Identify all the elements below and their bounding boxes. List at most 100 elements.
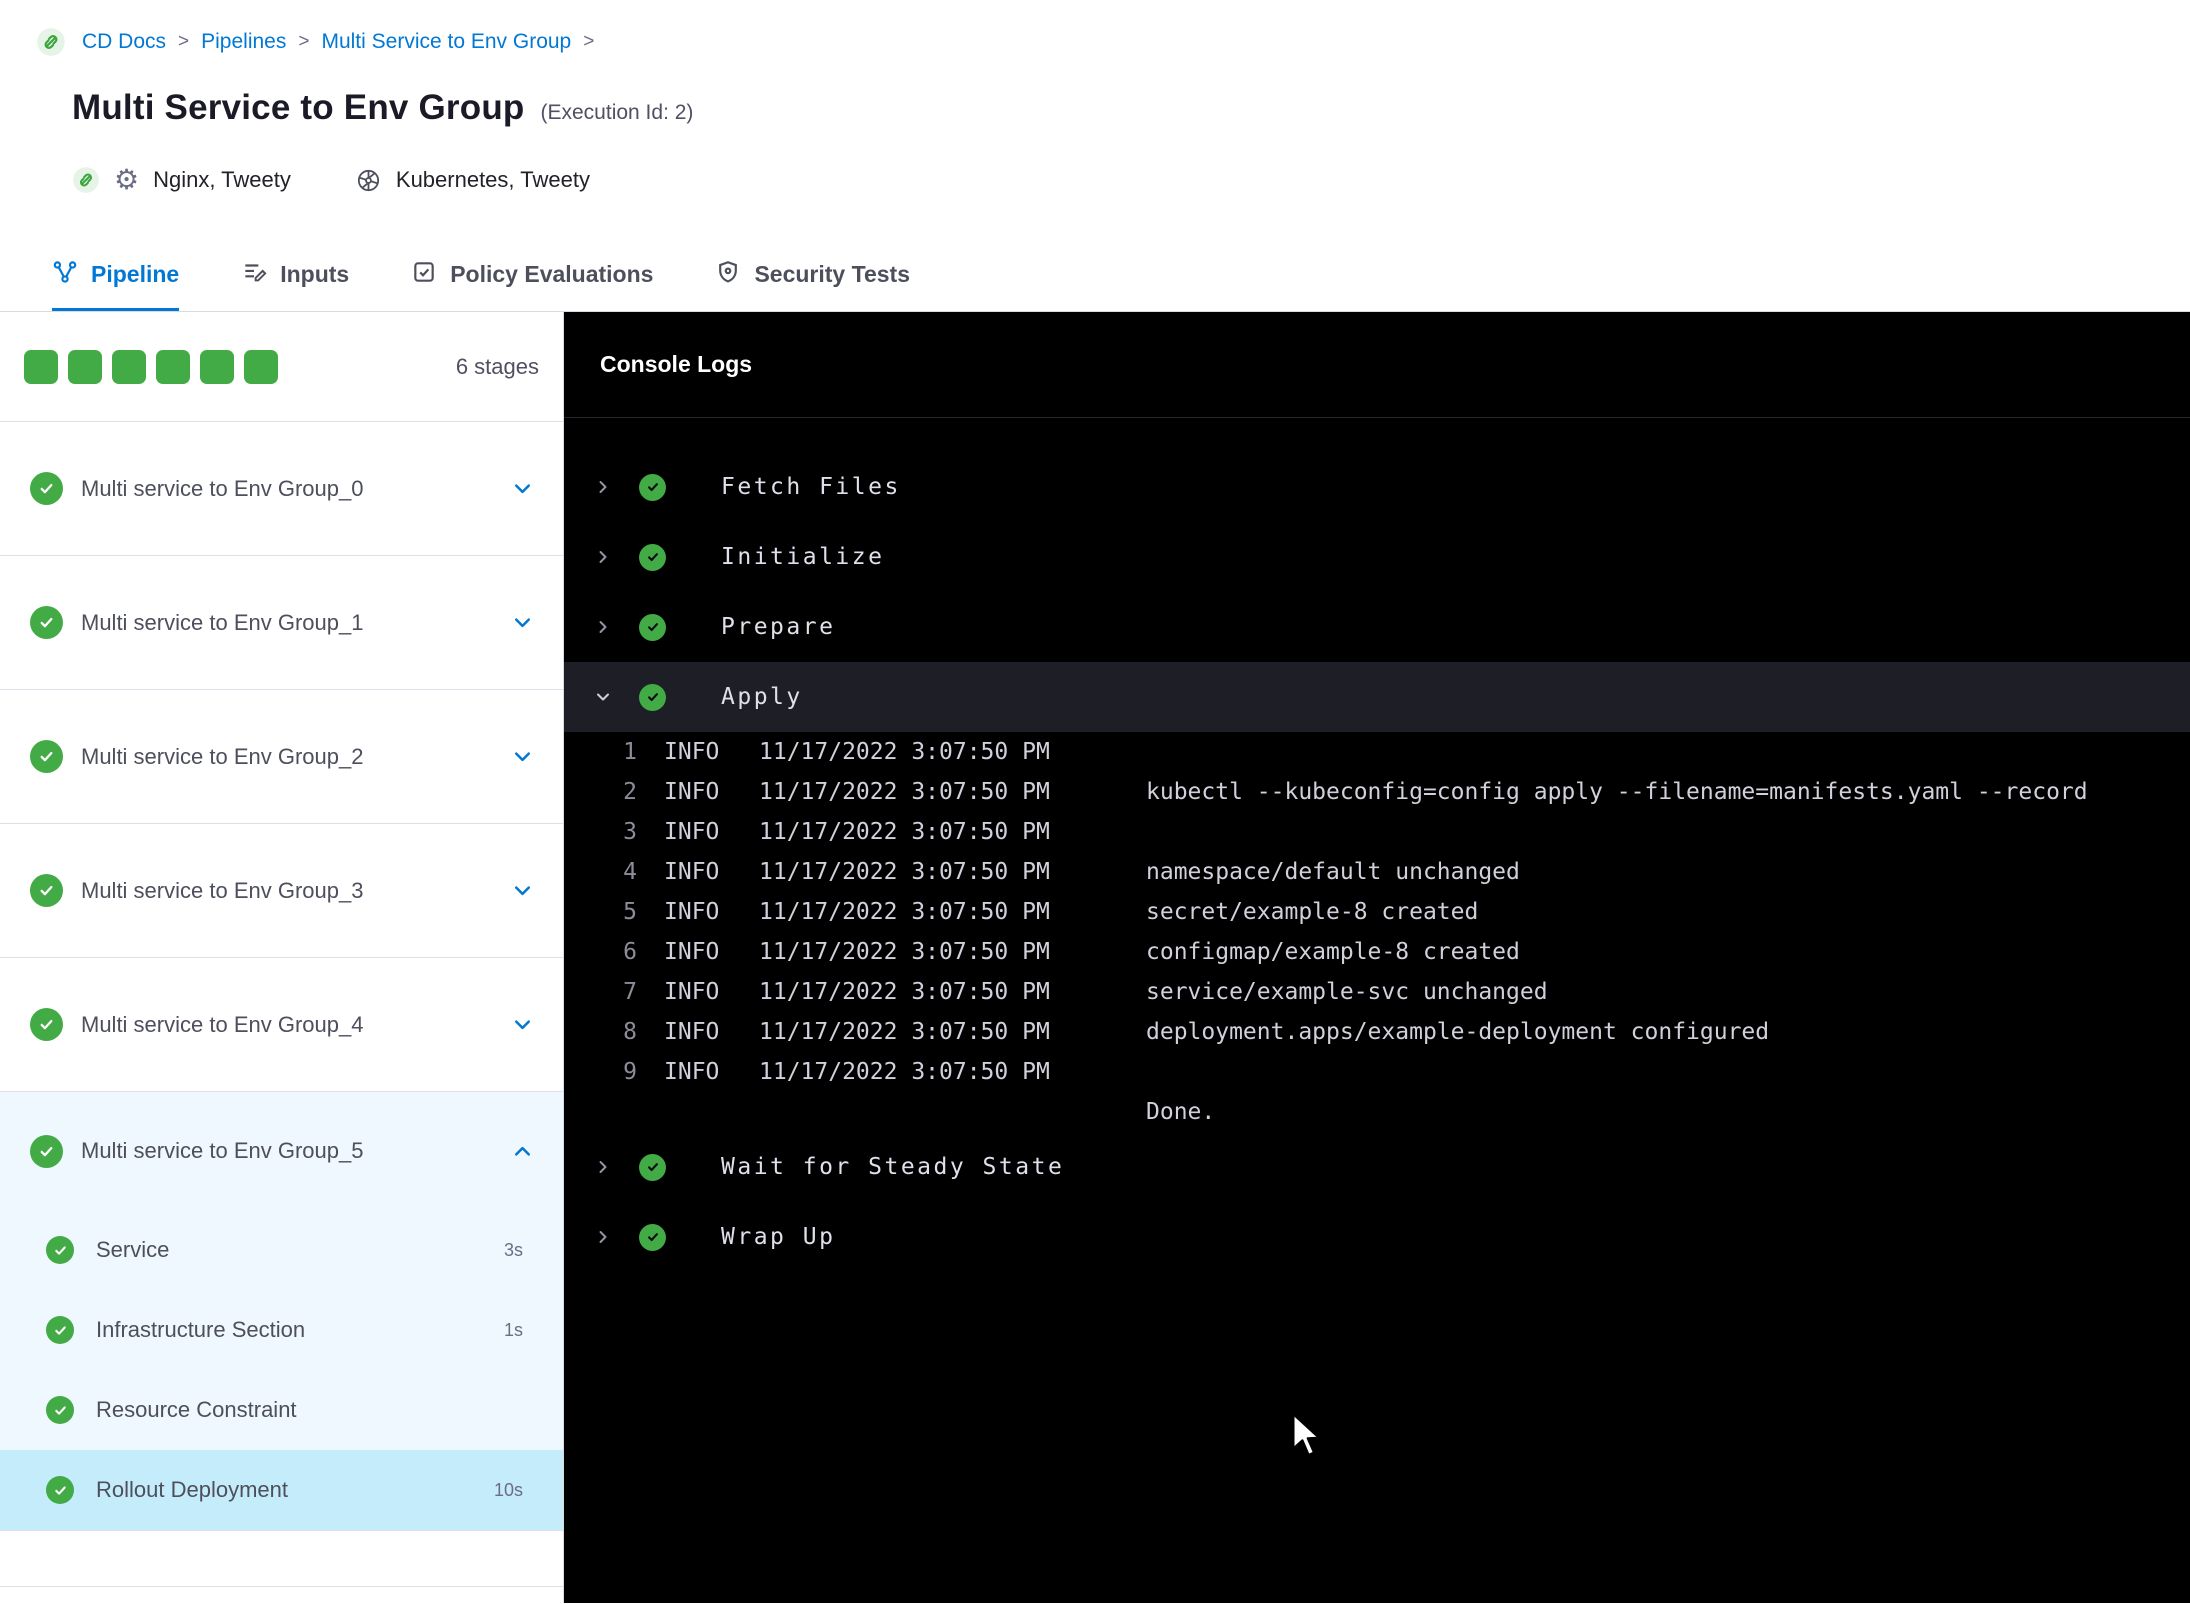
step-name: Service (96, 1237, 170, 1262)
success-check-icon (30, 1134, 63, 1168)
tab-pipeline[interactable]: Pipeline (52, 238, 180, 311)
log-line-number: 2 (623, 779, 637, 805)
chevron-right-icon[interactable] (591, 547, 615, 567)
tab-label: Inputs (280, 261, 350, 287)
stage-row-0[interactable]: Multi service to Env Group_0 (0, 422, 563, 556)
log-line: 6 INFO 11/17/2022 3:07:50 PM configmap/e… (564, 932, 2190, 972)
shield-icon (715, 259, 741, 291)
breadcrumb-pipelines[interactable]: Pipelines (201, 30, 286, 54)
chevron-right-icon[interactable] (591, 477, 615, 497)
title-row: Multi Service to Env Group (Execution Id… (72, 88, 2190, 132)
chevron-down-icon[interactable] (510, 476, 535, 501)
chevron-right-icon[interactable] (591, 617, 615, 637)
chevron-down-icon[interactable] (591, 687, 615, 707)
log-message: Done. (1146, 1099, 1216, 1125)
step-row-rollout-deployment[interactable]: Rollout Deployment 10s (0, 1450, 563, 1530)
chevron-down-icon[interactable] (510, 878, 535, 903)
log-line-done: Done. (564, 1092, 2190, 1132)
log-level: INFO (664, 859, 720, 885)
log-line-number: 9 (623, 1059, 637, 1085)
log-level: INFO (664, 819, 720, 845)
tab-policy-evaluations[interactable]: Policy Evaluations (411, 238, 653, 311)
stage-square (244, 349, 278, 384)
kubernetes-icon (355, 167, 382, 194)
console-step-name: Wait for Steady State (721, 1154, 1065, 1180)
success-check-icon (30, 874, 63, 907)
log-message: secret/example-8 created (1146, 899, 1479, 925)
success-check-icon (46, 1396, 74, 1424)
stage-name: Multi service to Env Group_1 (81, 609, 364, 635)
chevron-down-icon[interactable] (510, 610, 535, 635)
log-line: 8 INFO 11/17/2022 3:07:50 PM deployment.… (564, 1012, 2190, 1052)
success-check-icon (46, 1236, 74, 1264)
log-level: INFO (664, 1059, 720, 1085)
breadcrumb-pipeline-name[interactable]: Multi Service to Env Group (321, 30, 571, 54)
stage-row-4[interactable]: Multi service to Env Group_4 (0, 958, 563, 1092)
console-step-prepare[interactable]: Prepare (564, 592, 2190, 662)
log-message: deployment.apps/example-deployment confi… (1146, 1019, 1770, 1045)
console-step-fetch-files[interactable]: Fetch Files (564, 452, 2190, 522)
log-line-number: 5 (623, 899, 637, 925)
chevron-up-icon[interactable] (510, 1139, 535, 1164)
stage-row-5[interactable]: Multi service to Env Group_5 (0, 1092, 563, 1210)
services-label: Nginx, Tweety (153, 167, 291, 192)
console-title: Console Logs (600, 351, 753, 377)
stage-square (68, 349, 102, 384)
stage-square (156, 349, 190, 384)
console-step-name: Initialize (721, 544, 885, 570)
success-check-icon (30, 472, 63, 505)
console-step-name: Prepare (721, 614, 836, 640)
log-line: 1 INFO 11/17/2022 3:07:50 PM (564, 732, 2190, 772)
console-step-initialize[interactable]: Initialize (564, 522, 2190, 592)
console-step-wait-for-steady-state[interactable]: Wait for Steady State (564, 1132, 2190, 1202)
pipeline-icon (52, 259, 78, 291)
log-timestamp: 11/17/2022 3:07:50 PM (759, 859, 1050, 885)
breadcrumb: CD Docs > Pipelines > Multi Service to E… (36, 26, 2190, 58)
log-line: 9 INFO 11/17/2022 3:07:50 PM (564, 1052, 2190, 1092)
pipeline-link-icon (72, 166, 100, 194)
main-area: 6 stages Multi service to Env Group_0 Mu… (0, 312, 2190, 1603)
tab-label: Security Tests (754, 261, 910, 287)
log-timestamp: 11/17/2022 3:07:50 PM (759, 939, 1050, 965)
log-level: INFO (664, 979, 720, 1005)
console-step-name: Apply (721, 684, 803, 710)
success-check-icon (639, 683, 666, 711)
execution-id: (Execution Id: 2) (540, 101, 694, 124)
log-line-number: 1 (623, 739, 637, 765)
chevron-down-icon[interactable] (510, 1012, 535, 1037)
breadcrumb-cd-docs[interactable]: CD Docs (82, 30, 166, 54)
step-duration: 1s (503, 1319, 523, 1340)
log-timestamp: 11/17/2022 3:07:50 PM (759, 1059, 1050, 1085)
log-level: INFO (664, 739, 720, 765)
tab-security-tests[interactable]: Security Tests (715, 238, 910, 311)
console-step-wrap-up[interactable]: Wrap Up (564, 1202, 2190, 1272)
success-check-icon (639, 613, 666, 641)
console-panel: Console Logs Fetch Files Initialize Prep… (564, 312, 2190, 1603)
stage-row-2[interactable]: Multi service to Env Group_2 (0, 690, 563, 824)
console-step-apply[interactable]: Apply (564, 662, 2190, 732)
step-duration: 3s (503, 1239, 523, 1260)
chevron-down-icon[interactable] (510, 744, 535, 769)
log-message: kubectl --kubeconfig=config apply --file… (1146, 779, 2088, 805)
stage-square (112, 349, 146, 384)
chevron-right-icon[interactable] (591, 1227, 615, 1247)
log-line-number: 4 (623, 859, 637, 885)
console-step-name: Fetch Files (721, 474, 901, 500)
log-level: INFO (664, 1019, 720, 1045)
stage-row-3[interactable]: Multi service to Env Group_3 (0, 824, 563, 958)
chevron-right-icon[interactable] (591, 1157, 615, 1177)
apply-log-block: 1 INFO 11/17/2022 3:07:50 PM 2 INFO 11/1… (564, 732, 2190, 1132)
stage-row-1[interactable]: Multi service to Env Group_1 (0, 556, 563, 690)
tab-label: Policy Evaluations (450, 261, 654, 287)
success-check-icon (639, 543, 666, 571)
tab-inputs[interactable]: Inputs (241, 238, 349, 311)
step-row-infrastructure[interactable]: Infrastructure Section 1s (0, 1290, 563, 1370)
step-row-service[interactable]: Service 3s (0, 1210, 563, 1290)
log-level: INFO (664, 899, 720, 925)
tab-label: Pipeline (91, 261, 180, 287)
stage-name: Multi service to Env Group_2 (81, 743, 364, 769)
step-row-resource-constraint[interactable]: Resource Constraint (0, 1370, 563, 1450)
log-message: service/example-svc unchanged (1146, 979, 1548, 1005)
stage-name: Multi service to Env Group_0 (81, 475, 364, 501)
success-check-icon (46, 1316, 74, 1344)
